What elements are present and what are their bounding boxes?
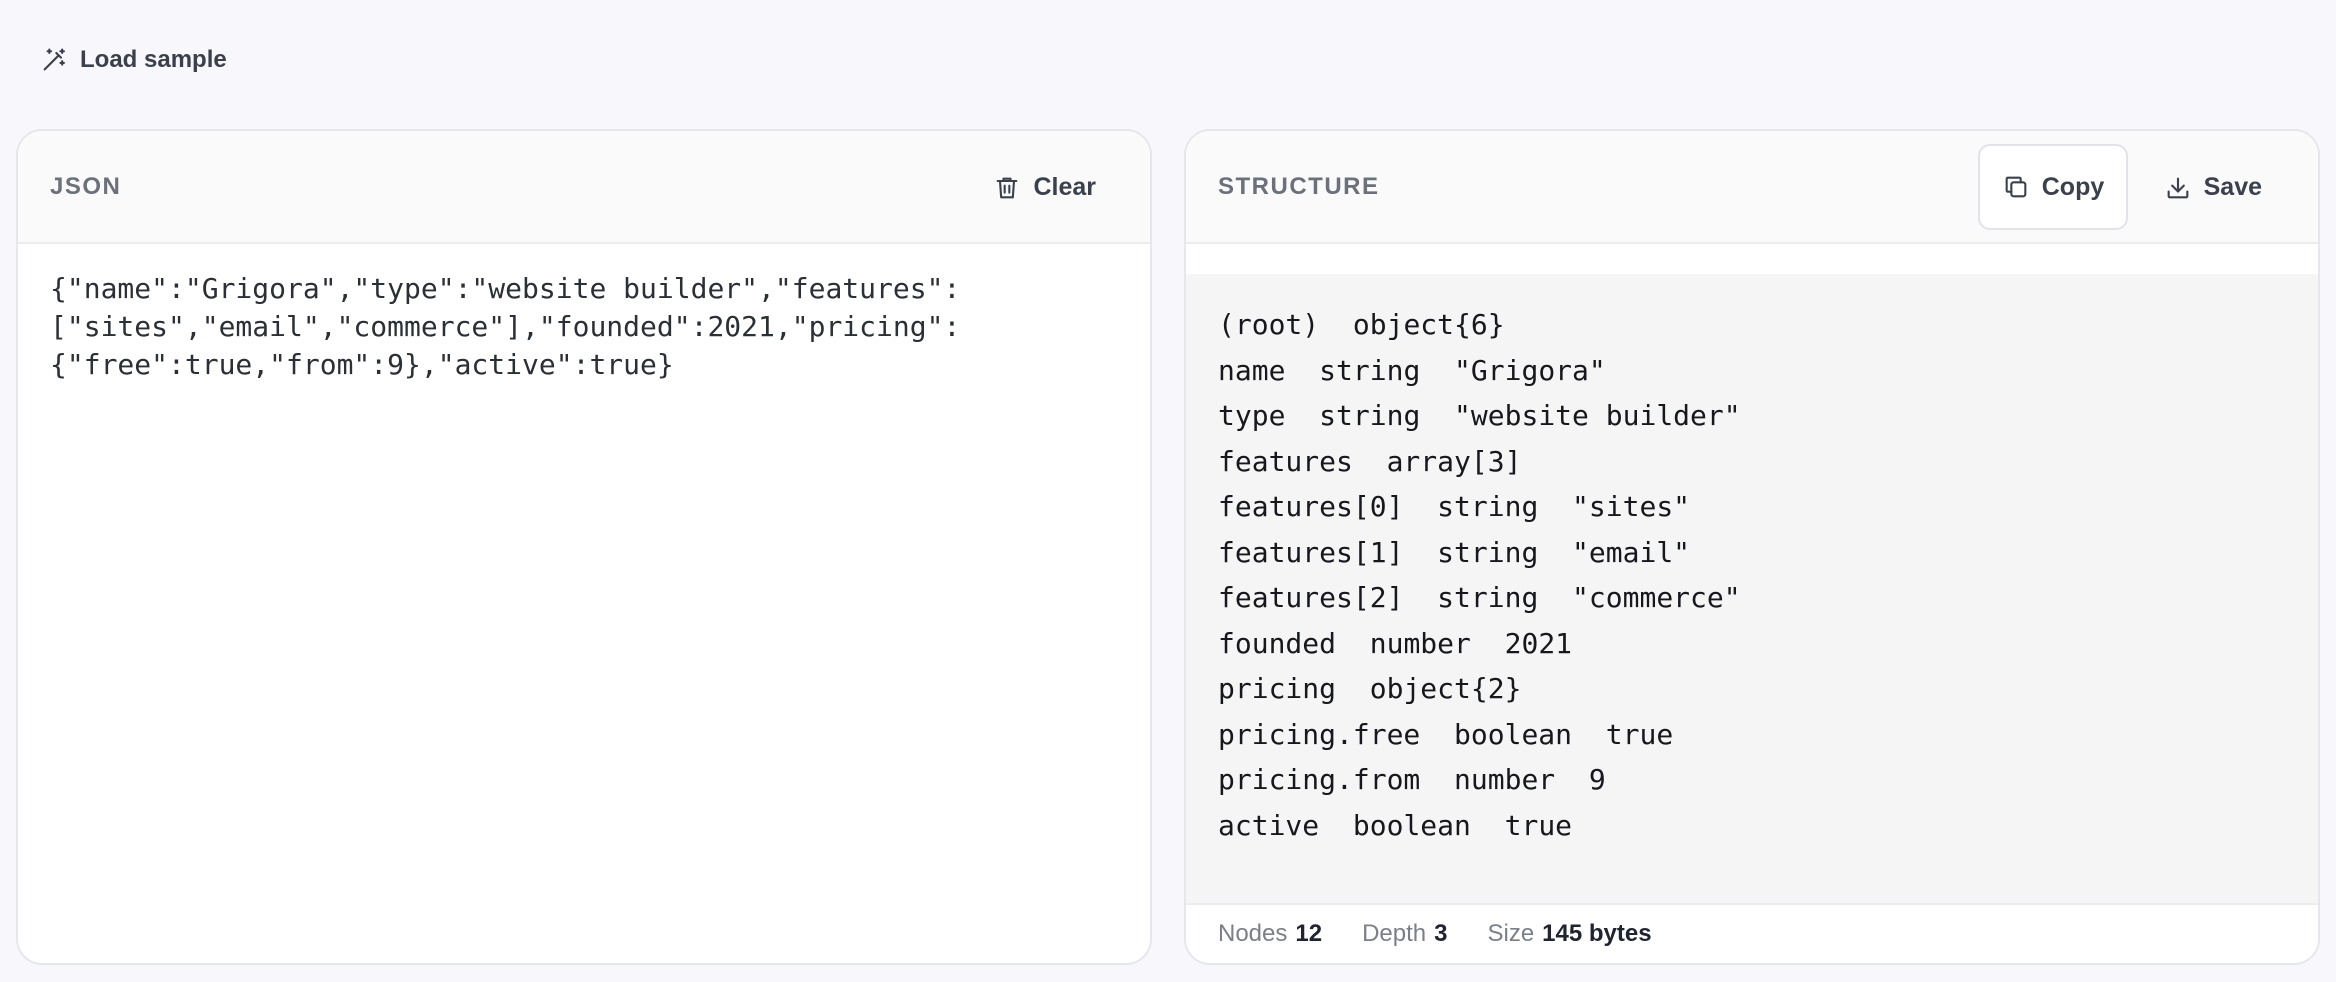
save-button[interactable]: Save [2164,131,2262,244]
stat-depth: Depth 3 [1362,920,1447,948]
structure-row-value: "Grigora" [1454,353,1606,387]
load-sample-button[interactable]: Load sample [40,42,227,78]
structure-row-path: (root) [1218,308,1320,341]
structure-row-path: features[1] [1218,535,1404,569]
download-icon [2167,177,2188,198]
structure-row-path: type [1218,399,1286,432]
structure-row-type: string [1437,490,1539,523]
structure-row-value: "sites" [1572,490,1691,523]
structure-row-type: string [1437,581,1539,614]
structure-row-value: "website builder" [1454,399,1741,432]
structure-row: pricing.from number 9 [1218,757,2286,803]
structure-row: features[1] string "email" [1218,530,2286,576]
magic-wand-icon [40,46,68,74]
json-panel: JSON Clear {"name":"Grigora","type":"web… [16,129,1152,965]
structure-row-path: founded [1218,626,1337,660]
json-panel-header: JSON Clear [18,131,1150,244]
structure-row: pricing.free boolean true [1218,712,2286,758]
structure-row-value: "email" [1572,535,1691,569]
structure-row-path: pricing.from [1218,763,1421,796]
structure-row-type: string [1319,399,1421,432]
trash-icon [997,177,1018,198]
clear-label: Clear [1033,173,1096,201]
load-sample-label: Load sample [80,46,227,73]
structure-row-value: true [1504,808,1573,842]
stat-size-label: Size [1487,920,1535,947]
structure-row-path: features[0] [1218,490,1404,523]
clear-button[interactable]: Clear [993,131,1096,244]
structure-row-value: true [1605,717,1674,751]
copy-label: Copy [2041,172,2105,201]
save-label: Save [2203,173,2262,201]
structure-row-path: name [1218,353,1286,387]
stat-depth-label: Depth [1362,920,1427,947]
copy-icon [2005,176,2027,198]
stat-nodes: Nodes 12 [1218,920,1322,948]
structure-row: pricing object{2} [1218,666,2286,712]
structure-row: name string "Grigora" [1218,348,2286,394]
structure-row-type: number [1454,763,1556,796]
structure-row-type: boolean [1454,717,1573,751]
structure-row-type: boolean [1352,808,1471,842]
structure-tree: (root) object{6} name string "Grigora" typ… [1186,274,2318,906]
structure-row: active boolean true [1218,803,2286,849]
structure-row: (root) object{6} [1218,302,2286,348]
structure-row: features array[3] [1218,439,2286,485]
stat-size: Size 145 bytes [1487,920,1651,948]
structure-row-type: array[3] [1386,444,1522,478]
structure-row-value: "commerce" [1572,581,1741,614]
structure-row-path: active [1218,808,1320,842]
structure-row-value: 2021 [1504,626,1573,660]
structure-panel-header: STRUCTURE Copy Save [1186,131,2318,244]
structure-panel-title: STRUCTURE [1218,172,1380,200]
structure-row-value: 9 [1588,763,1606,796]
structure-panel: STRUCTURE Copy Save (root) object{6} name… [1184,129,2320,965]
structure-row: type string "website builder" [1218,393,2286,439]
structure-row-type: string [1437,535,1539,569]
structure-row-type: object{6} [1352,308,1505,341]
stat-nodes-label: Nodes [1218,920,1288,947]
stat-nodes-value: 12 [1295,920,1323,947]
structure-row: features[0] string "sites" [1218,484,2286,530]
structure-row-type: string [1319,353,1421,387]
structure-row-path: features [1218,444,1353,478]
copy-button[interactable]: Copy [1978,144,2128,230]
structure-row-type: object{2} [1369,672,1522,705]
structure-row-type: number [1369,626,1471,660]
structure-row-path: pricing [1218,672,1337,705]
stat-size-value: 145 bytes [1542,920,1652,947]
structure-row-path: pricing.free [1218,717,1421,751]
structure-row: founded number 2021 [1218,621,2286,667]
structure-stats-bar: Nodes 12 Depth 3 Size 145 bytes [1186,903,2318,963]
structure-row-path: features[2] [1218,581,1404,614]
stat-depth-value: 3 [1434,920,1448,947]
json-input-editor[interactable]: {"name":"Grigora","type":"website builde… [18,244,1042,410]
structure-row: features[2] string "commerce" [1218,575,2286,621]
json-panel-title: JSON [50,172,122,200]
